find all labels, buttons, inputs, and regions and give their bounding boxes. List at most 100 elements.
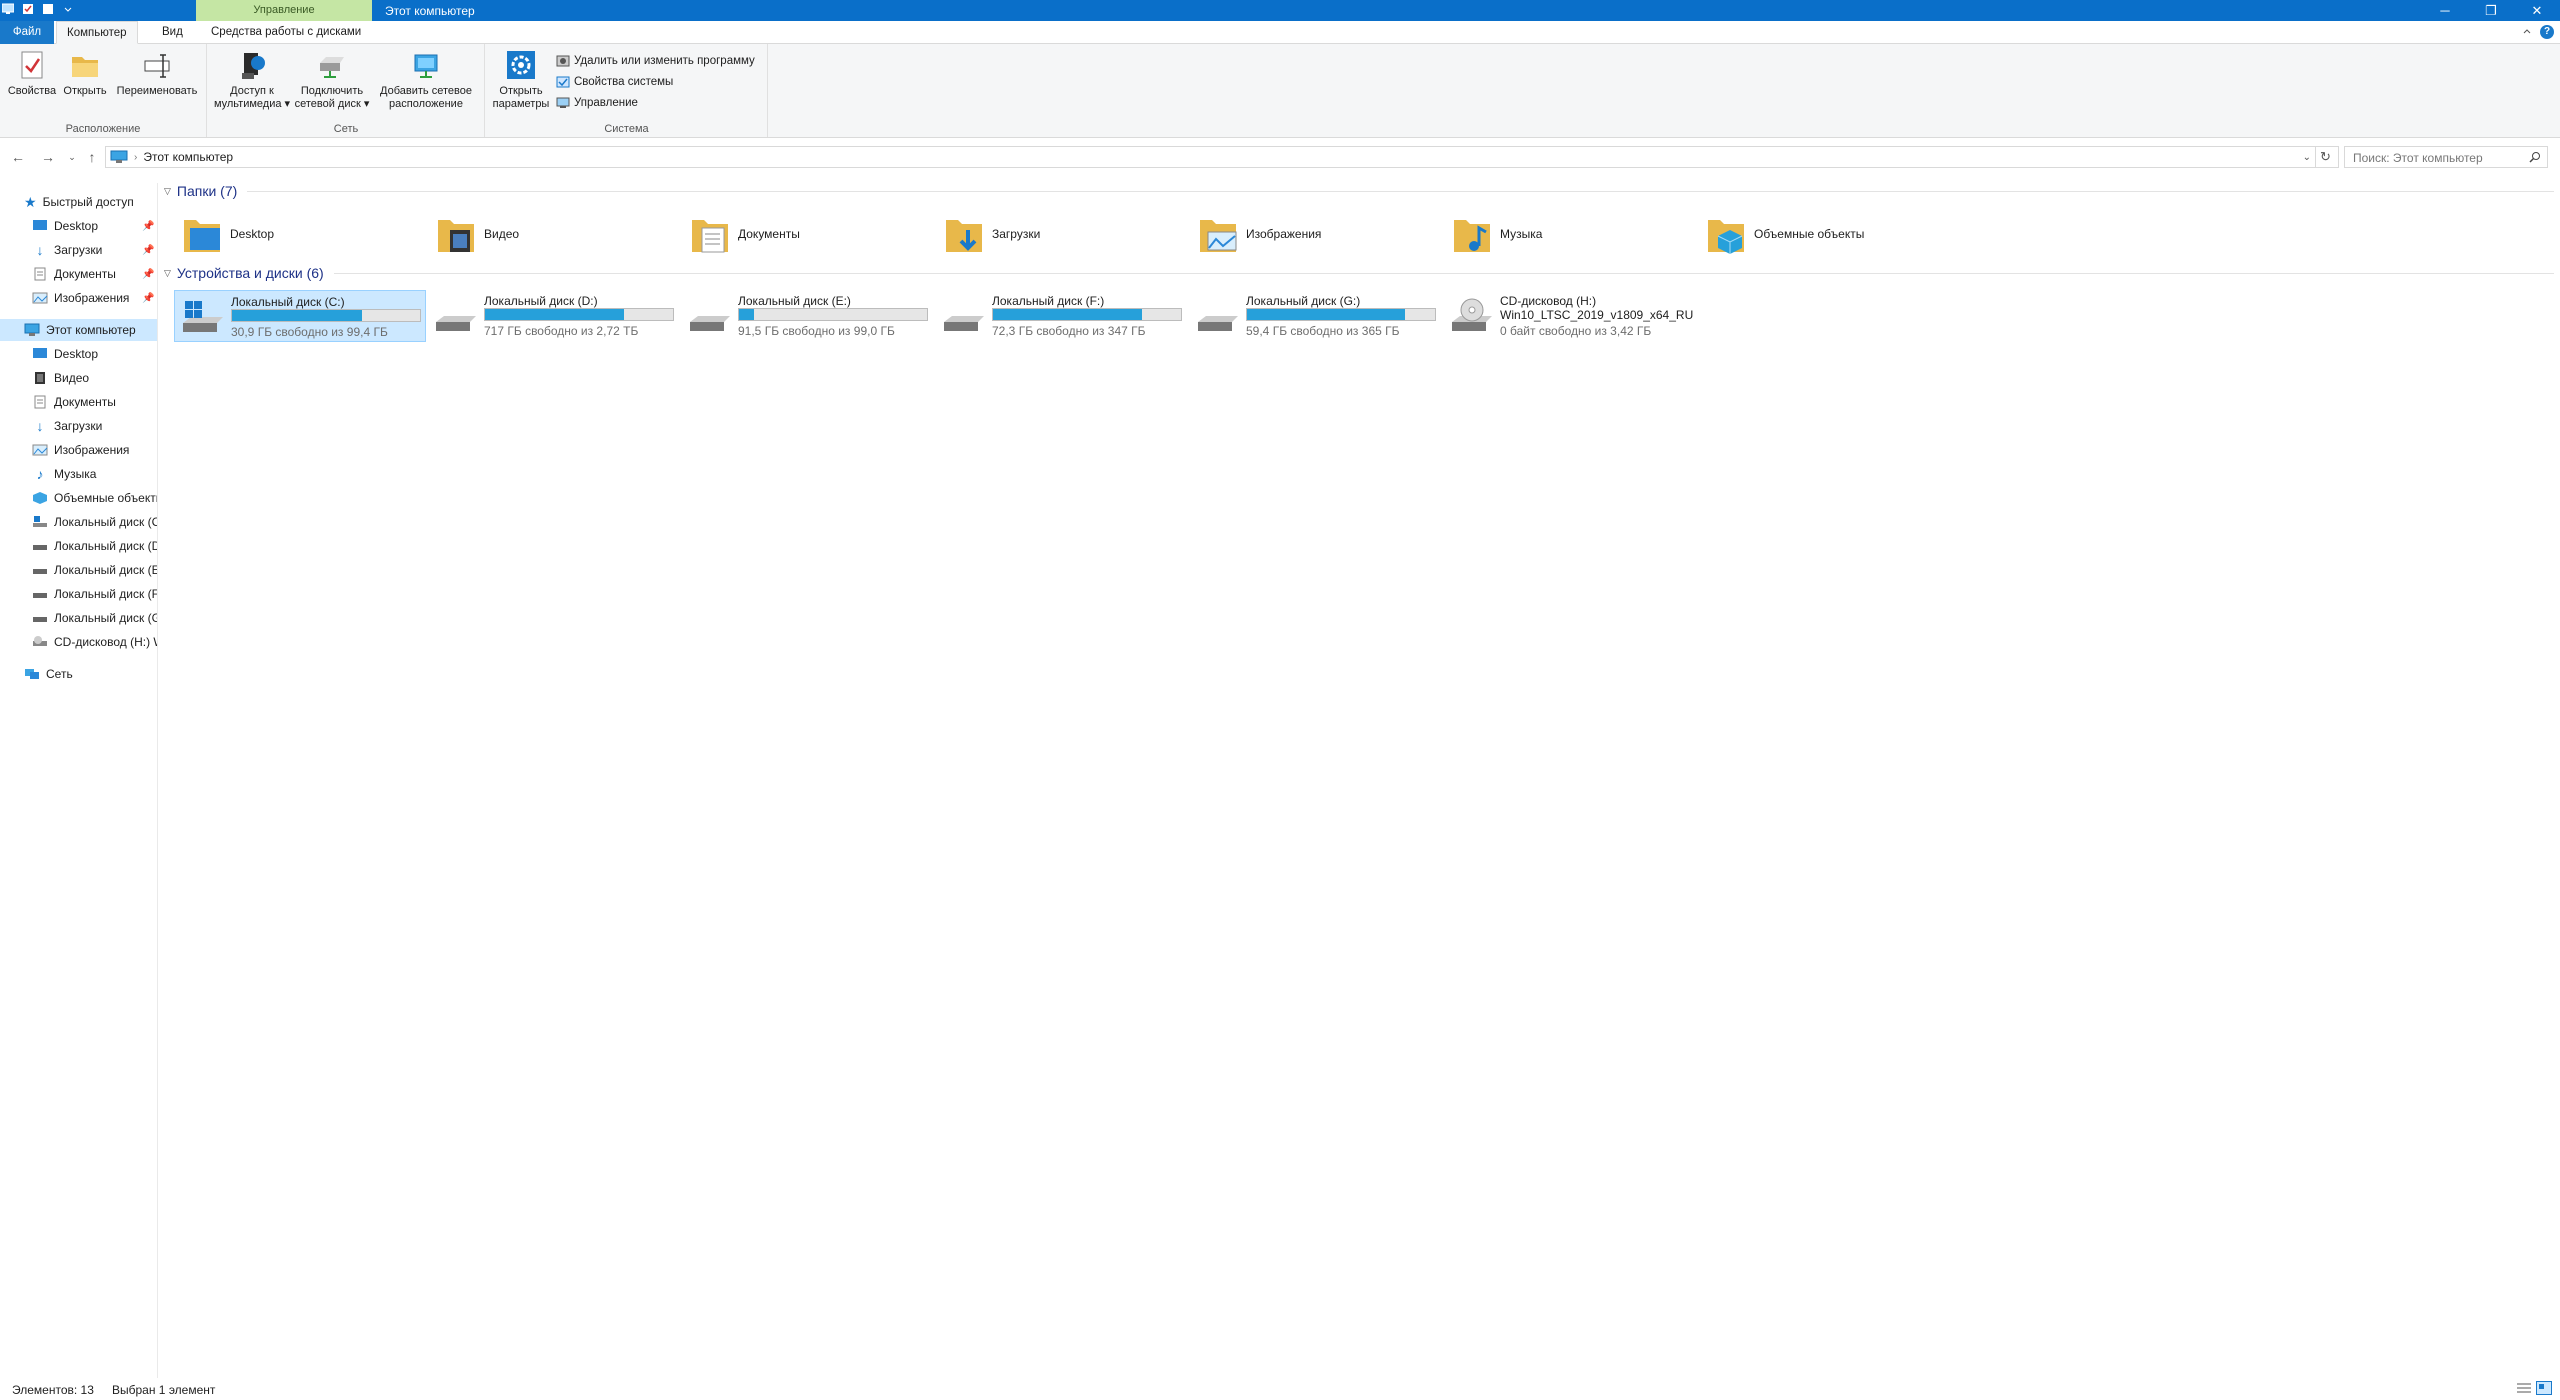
group-label-system: Система bbox=[604, 123, 649, 135]
close-button[interactable]: ✕ bbox=[2514, 0, 2560, 21]
drive-usage-fill bbox=[232, 310, 362, 321]
restore-button[interactable]: ❐ bbox=[2468, 0, 2514, 21]
group-label-location: Расположение bbox=[65, 123, 141, 135]
nav-pc-videos[interactable]: Видео bbox=[32, 367, 157, 389]
nav-quick-downloads[interactable]: ↓ Загрузки 📌 bbox=[32, 239, 157, 261]
network-drive-icon bbox=[320, 57, 344, 78]
refresh-button[interactable]: ↻ bbox=[2313, 146, 2339, 168]
media-access-button[interactable]: Доступ к мультимедиа ▾ bbox=[212, 49, 292, 111]
folder-videos[interactable]: Видео bbox=[436, 208, 690, 260]
nav-drive-e[interactable]: Локальный диск (E bbox=[32, 559, 158, 581]
map-network-drive-button[interactable]: Подключить сетевой диск ▾ bbox=[294, 49, 370, 111]
nav-drive-f[interactable]: Локальный диск (F bbox=[32, 583, 157, 605]
folder-desktop[interactable]: Desktop bbox=[182, 208, 436, 260]
minimize-button[interactable]: ─ bbox=[2422, 0, 2468, 21]
tab-file[interactable]: Файл bbox=[0, 21, 54, 44]
nav-item-label: Документы bbox=[54, 395, 116, 409]
forward-button[interactable]: → bbox=[40, 149, 56, 165]
pin-icon[interactable]: 📌 bbox=[142, 293, 154, 304]
pin-icon[interactable]: 📌 bbox=[142, 245, 154, 256]
group-divider bbox=[333, 272, 2554, 274]
recent-locations-button[interactable]: ⌄ bbox=[64, 149, 80, 165]
drive-e[interactable]: Локальный диск (E:) 91,5 ГБ свободно из … bbox=[682, 290, 934, 342]
drive-icon bbox=[944, 316, 984, 331]
address-field[interactable]: › Этот компьютер ⌄ bbox=[105, 146, 2316, 168]
folder-downloads[interactable]: Загрузки bbox=[944, 208, 1198, 260]
nav-item-label: Загрузки bbox=[54, 243, 103, 257]
drive-usage-fill bbox=[993, 309, 1142, 320]
pin-icon[interactable]: 📌 bbox=[142, 221, 154, 232]
large-icons-view-icon[interactable] bbox=[2536, 1381, 2552, 1395]
programs-icon bbox=[556, 55, 570, 66]
folder-3d-objects[interactable]: Объемные объекты bbox=[1706, 208, 1960, 260]
drive-name: Локальный диск (F:) bbox=[992, 294, 1105, 308]
folder-documents[interactable]: Документы bbox=[690, 208, 944, 260]
nav-quick-access[interactable]: ★ Быстрый доступ bbox=[24, 191, 157, 213]
folder-music[interactable]: Музыка bbox=[1452, 208, 1706, 260]
status-bar: Элементов: 13 Выбран 1 элемент bbox=[0, 1378, 2560, 1400]
drive-f[interactable]: Локальный диск (F:) 72,3 ГБ свободно из … bbox=[936, 290, 1188, 342]
collapse-ribbon-icon[interactable] bbox=[2522, 27, 2532, 37]
open-settings-button[interactable]: Открыть параметры bbox=[490, 49, 552, 111]
folder-pictures[interactable]: Изображения bbox=[1198, 208, 1452, 260]
properties-button[interactable]: Свойства bbox=[6, 49, 58, 98]
drive-icon bbox=[33, 569, 47, 574]
nav-quick-pictures[interactable]: Изображения 📌 bbox=[32, 287, 157, 309]
chevron-down-icon[interactable]: ▽ bbox=[164, 268, 171, 279]
rename-button[interactable]: Переименовать bbox=[112, 49, 202, 98]
open-button[interactable]: Открыть bbox=[60, 49, 110, 98]
drive-icon bbox=[33, 593, 47, 598]
nav-drive-g[interactable]: Локальный диск (G bbox=[32, 607, 157, 629]
breadcrumb-separator[interactable]: › bbox=[134, 152, 137, 163]
address-dropdown-icon[interactable]: ⌄ bbox=[2303, 152, 2311, 163]
drive-name: Локальный диск (C:) bbox=[231, 295, 345, 309]
drive-d[interactable]: Локальный диск (D:) 717 ГБ свободно из 2… bbox=[428, 290, 680, 342]
nav-drive-h[interactable]: CD-дисковод (H:) W bbox=[32, 631, 157, 653]
folders-group-header[interactable]: ▽ Папки (7) bbox=[164, 182, 2554, 200]
nav-drive-d[interactable]: Локальный диск (D bbox=[32, 535, 157, 557]
back-button[interactable]: ← bbox=[10, 149, 26, 165]
nav-pc-music[interactable]: ♪ Музыка bbox=[32, 463, 157, 485]
tab-view[interactable]: Вид bbox=[152, 21, 193, 44]
chevron-down-icon[interactable]: ▽ bbox=[164, 186, 171, 197]
network-icon bbox=[25, 669, 39, 679]
nav-this-pc[interactable]: Этот компьютер bbox=[0, 319, 157, 341]
properties-icon[interactable] bbox=[22, 3, 34, 15]
computer-icon[interactable] bbox=[2, 3, 14, 15]
tab-computer[interactable]: Компьютер bbox=[56, 21, 138, 44]
help-icon[interactable]: ? bbox=[2540, 25, 2554, 39]
nav-pc-3d-objects[interactable]: Объемные объекты bbox=[32, 487, 157, 509]
nav-item-label: Локальный диск (E bbox=[54, 563, 158, 577]
nav-quick-desktop[interactable]: Desktop 📌 bbox=[32, 215, 157, 237]
nav-pc-documents[interactable]: Документы bbox=[32, 391, 157, 413]
pin-icon[interactable]: 📌 bbox=[142, 269, 154, 280]
details-view-icon[interactable] bbox=[2516, 1381, 2532, 1395]
tab-drive-tools[interactable]: Средства работы с дисками bbox=[201, 21, 371, 44]
drive-h-cd[interactable]: CD-дисковод (H:) Win10_LTSC_2019_v1809_x… bbox=[1444, 290, 1696, 342]
system-properties-label: Свойства системы bbox=[574, 75, 674, 88]
nav-network[interactable]: Сеть bbox=[24, 663, 157, 685]
nav-pc-desktop[interactable]: Desktop bbox=[32, 343, 157, 365]
nav-item-label: Desktop bbox=[54, 347, 99, 361]
drives-group-header[interactable]: ▽ Устройства и диски (6) bbox=[164, 264, 2554, 282]
drive-g[interactable]: Локальный диск (G:) 59,4 ГБ свободно из … bbox=[1190, 290, 1442, 342]
manage-context-tab[interactable]: Управление bbox=[196, 0, 372, 21]
new-folder-icon[interactable] bbox=[42, 3, 54, 15]
chevron-down-icon[interactable] bbox=[62, 3, 74, 15]
search-input[interactable]: Поиск: Этот компьютер bbox=[2344, 146, 2548, 168]
add-network-location-button[interactable]: Добавить сетевое расположение bbox=[372, 49, 480, 111]
manage-button[interactable]: Управление bbox=[556, 92, 755, 113]
nav-drive-c[interactable]: Локальный диск (C bbox=[32, 511, 157, 533]
nav-pc-pictures[interactable]: Изображения bbox=[32, 439, 157, 461]
nav-quick-documents[interactable]: Документы 📌 bbox=[32, 263, 157, 285]
uninstall-program-button[interactable]: Удалить или изменить программу bbox=[556, 50, 755, 71]
nav-pc-downloads[interactable]: ↓ Загрузки bbox=[32, 415, 157, 437]
desktop-icon bbox=[33, 220, 47, 230]
pictures-icon bbox=[32, 292, 48, 304]
drive-icon bbox=[33, 545, 47, 550]
drive-c[interactable]: Локальный диск (C:) 30,9 ГБ свободно из … bbox=[174, 290, 426, 342]
system-properties-button[interactable]: Свойства системы bbox=[556, 71, 755, 92]
folder-label: Desktop bbox=[230, 227, 275, 241]
breadcrumb-this-pc[interactable]: Этот компьютер bbox=[143, 150, 233, 164]
up-button[interactable]: ↑ bbox=[84, 149, 100, 165]
